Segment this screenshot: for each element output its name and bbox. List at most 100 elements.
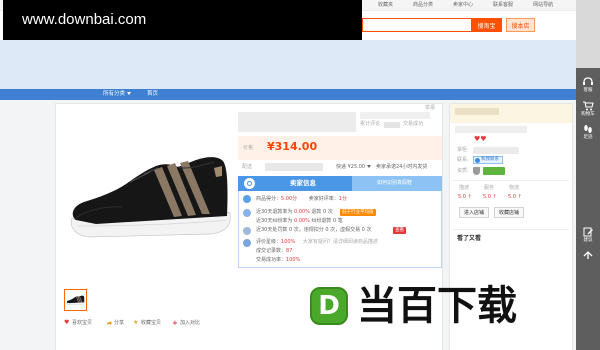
search-taobao-button[interactable]: 搜淘宝 bbox=[471, 18, 502, 32]
cart-icon[interactable] bbox=[582, 101, 594, 111]
watermark-logo-icon: D bbox=[310, 287, 348, 325]
dispute-row: 近30天纠纷率为 0.00% 纠纷退款 0 笔 bbox=[256, 218, 343, 225]
favorite-item-button[interactable]: 收藏宝贝 bbox=[141, 320, 161, 327]
headset-icon[interactable] bbox=[582, 77, 594, 87]
deals-count-value: 87 bbox=[286, 248, 293, 254]
shipping-fee-select[interactable]: 快递 ¥25.00 bbox=[336, 164, 372, 171]
total-reviews-label: 累计评论 bbox=[360, 121, 381, 127]
deals-label: 交易成功 bbox=[403, 121, 424, 127]
top-nav-categories[interactable]: 商品分类 bbox=[413, 2, 433, 9]
all-categories-label: 所有分类 bbox=[103, 91, 126, 97]
shipping-location[interactable] bbox=[265, 163, 323, 171]
consumer-protection-badge bbox=[483, 167, 505, 175]
enter-shop-button[interactable]: 进入店铺 bbox=[459, 207, 489, 218]
divider bbox=[453, 229, 569, 230]
keeper-label: 掌柜: bbox=[457, 147, 469, 153]
toolbar-top bbox=[576, 0, 600, 68]
share-button[interactable]: 分享 bbox=[114, 320, 124, 327]
contact-label: 联系: bbox=[457, 157, 469, 163]
nav-home-link[interactable]: 首页 bbox=[147, 91, 158, 98]
search-input[interactable] bbox=[363, 27, 471, 39]
report-link[interactable]: 举报 bbox=[425, 105, 435, 112]
dispute-rate: 0.00% bbox=[293, 218, 310, 224]
penalty-text: 近30天处罚数 0 次，违规扣分 0 次，虚假交易 0 次 bbox=[256, 227, 372, 233]
price-label: 价格 bbox=[243, 145, 254, 151]
shop-name[interactable] bbox=[455, 108, 499, 115]
product-thumbnail[interactable] bbox=[64, 289, 87, 311]
price-value: ¥314.00 bbox=[267, 140, 318, 153]
penalty-icon bbox=[243, 227, 251, 235]
top-nav-seller-center[interactable]: 卖家中心 bbox=[453, 2, 473, 9]
contact-seller-label: 和我联系 bbox=[481, 157, 499, 162]
rating-description-label: 描述 bbox=[459, 185, 470, 191]
toolbar-footprint[interactable]: 足迹 bbox=[576, 135, 600, 141]
footprint-icon[interactable] bbox=[582, 124, 594, 134]
praise-value: 1分 bbox=[338, 196, 347, 202]
refund-rate: 0.00% bbox=[293, 209, 310, 215]
dispute-text: 近30天纠纷率为 bbox=[256, 218, 294, 224]
search-shop-button[interactable]: 搜本店 bbox=[506, 18, 535, 32]
keeper-name[interactable] bbox=[473, 147, 519, 154]
top-nav-favorites[interactable]: 收藏夹 bbox=[378, 2, 393, 9]
penalty-view-button[interactable]: 查看 bbox=[393, 227, 406, 234]
score-label: 商品得分： bbox=[256, 196, 282, 202]
credit-hearts: ♥♥ bbox=[474, 135, 487, 143]
heart-icon: ♥ bbox=[64, 319, 70, 326]
star-icon: ★ bbox=[133, 319, 139, 326]
also-viewed-title: 看了又看 bbox=[457, 235, 482, 242]
rating-logistics-label: 物流 bbox=[509, 185, 520, 191]
arrow-up-icon: ↑ bbox=[492, 194, 497, 200]
toolbar-feedback[interactable]: 建议 bbox=[576, 238, 600, 244]
shop-company bbox=[455, 126, 527, 133]
refund-row: 近30天退款率为 0.00% 退款 0 次 bbox=[256, 209, 333, 216]
praise-label: 卖家好评率： bbox=[308, 196, 339, 202]
shipping-label: 配送 bbox=[242, 164, 253, 170]
refund-count: 退款 0 次 bbox=[309, 209, 333, 215]
tab-authenticity[interactable]: 如何识别真假鞋 bbox=[377, 180, 412, 187]
shipping-fee-value: 快递 ¥25.00 bbox=[336, 164, 366, 170]
deals-count-label: 成交记录数： bbox=[256, 248, 287, 254]
total-reviews-value bbox=[384, 122, 400, 128]
shop-banner bbox=[0, 40, 576, 89]
rating-description: 5.0 ↑ bbox=[458, 194, 472, 201]
product-main-image[interactable] bbox=[66, 146, 234, 246]
like-item-button[interactable]: 喜欢宝贝 bbox=[72, 320, 92, 327]
tab-seller-info-label: 卖家信息 bbox=[290, 179, 316, 187]
watermark-logo-letter: D bbox=[318, 291, 340, 321]
arrow-up-icon: ↑ bbox=[467, 194, 472, 200]
success-rate-label: 交易成功率： bbox=[256, 257, 287, 263]
refund-icon bbox=[243, 209, 251, 217]
add-compare-button[interactable]: 加入对比 bbox=[180, 320, 200, 327]
toolbar-customer-service[interactable]: 客服 bbox=[576, 88, 600, 94]
product-subtitle bbox=[360, 112, 430, 119]
divider bbox=[453, 180, 569, 181]
success-rate-row: 交易成功率：100% bbox=[256, 257, 300, 264]
top-nav: 收藏夹 商品分类 卖家中心 联系客服 网站导航 bbox=[378, 2, 553, 9]
watermark-site-url: www.downbai.com bbox=[22, 11, 147, 28]
refund-badge: 低于行业平均值 bbox=[340, 209, 376, 216]
arrow-up-icon[interactable] bbox=[582, 250, 594, 260]
plugin-logo-icon bbox=[244, 178, 255, 189]
arrow-up-icon: ↑ bbox=[517, 194, 522, 200]
chevron-down-icon bbox=[367, 165, 372, 168]
all-categories-menu[interactable]: 所有分类 bbox=[103, 91, 132, 98]
top-nav-site-map[interactable]: 网站导航 bbox=[533, 2, 553, 9]
feedback-icon[interactable] bbox=[582, 227, 594, 237]
score-icon bbox=[243, 195, 251, 203]
qualification-label: 资质: bbox=[457, 168, 469, 174]
shipping-promise: 卖家承诺24小时内发货 bbox=[376, 164, 428, 170]
rating-description-value: 5.0 bbox=[458, 194, 466, 200]
score-value: 5.00分 bbox=[281, 196, 298, 202]
rating-note: 大家有疑问？请详细阅读商品描述 bbox=[302, 239, 378, 245]
toolbar-cart[interactable]: 购物车 bbox=[576, 112, 600, 118]
contact-seller-button[interactable]: 和我联系 bbox=[473, 156, 503, 164]
shop-nav-bar bbox=[0, 89, 576, 100]
chevron-down-icon bbox=[127, 92, 132, 95]
top-nav-contact-service[interactable]: 联系客服 bbox=[493, 2, 513, 9]
success-rate-value: 100% bbox=[286, 257, 301, 263]
favorite-shop-button[interactable]: 收藏店铺 bbox=[494, 207, 524, 218]
plus-icon: + bbox=[172, 319, 178, 327]
rating-service-value: 5.0 bbox=[483, 194, 491, 200]
rating-service-label: 服务 bbox=[484, 185, 495, 191]
thumbnail-shoe-image bbox=[66, 295, 85, 305]
